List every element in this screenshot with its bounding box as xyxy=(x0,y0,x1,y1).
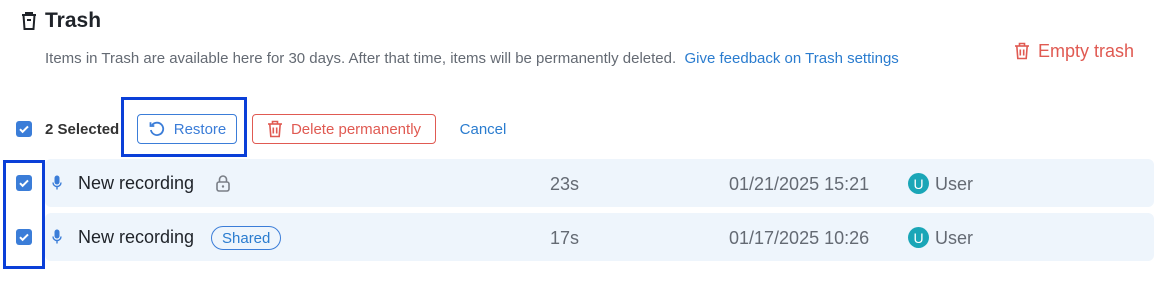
description-text: Items in Trash are available here for 30… xyxy=(45,50,677,67)
list-item[interactable] xyxy=(45,159,1154,207)
checkmark-icon xyxy=(19,179,29,188)
selected-count: 2 Selected xyxy=(45,121,120,138)
cancel-button[interactable]: Cancel xyxy=(453,114,513,144)
row-checkbox[interactable] xyxy=(16,175,32,191)
shared-badge: Shared xyxy=(211,226,282,250)
checkmark-icon xyxy=(19,125,29,134)
recording-name[interactable]: New recording xyxy=(78,172,194,194)
trash-icon xyxy=(267,120,282,138)
avatar: U xyxy=(908,173,929,194)
recording-datetime: 01/21/2025 15:21 xyxy=(729,174,870,194)
restore-label: Restore xyxy=(173,120,227,138)
row-checkbox[interactable] xyxy=(16,229,32,245)
owner-name: User xyxy=(935,228,974,248)
recording-duration: 23s xyxy=(550,174,580,194)
recording-datetime: 01/17/2025 10:26 xyxy=(729,228,870,248)
recording-duration: 17s xyxy=(550,228,580,248)
delete-permanently-button[interactable]: Delete permanently xyxy=(252,114,436,144)
lock-icon xyxy=(216,175,230,192)
microphone-icon xyxy=(52,175,62,190)
trash-icon xyxy=(1015,42,1029,60)
avatar: U xyxy=(908,227,929,248)
select-all-checkbox[interactable] xyxy=(16,121,32,137)
restore-button[interactable]: Restore xyxy=(137,114,237,144)
microphone-icon xyxy=(52,229,62,244)
restore-icon xyxy=(149,121,164,136)
empty-trash-button[interactable]: Empty trash xyxy=(1014,38,1134,64)
trash-description: Items in Trash are available here for 30… xyxy=(45,43,925,74)
page-title: Trash xyxy=(45,9,102,32)
delete-permanently-label: Delete permanently xyxy=(290,120,422,138)
owner-name: User xyxy=(935,174,974,194)
recording-name[interactable]: New recording xyxy=(78,226,194,248)
empty-trash-label: Empty trash xyxy=(1038,40,1135,61)
feedback-link[interactable]: Give feedback on Trash settings xyxy=(685,50,899,67)
checkmark-icon xyxy=(19,233,29,242)
trash-icon xyxy=(22,12,36,30)
